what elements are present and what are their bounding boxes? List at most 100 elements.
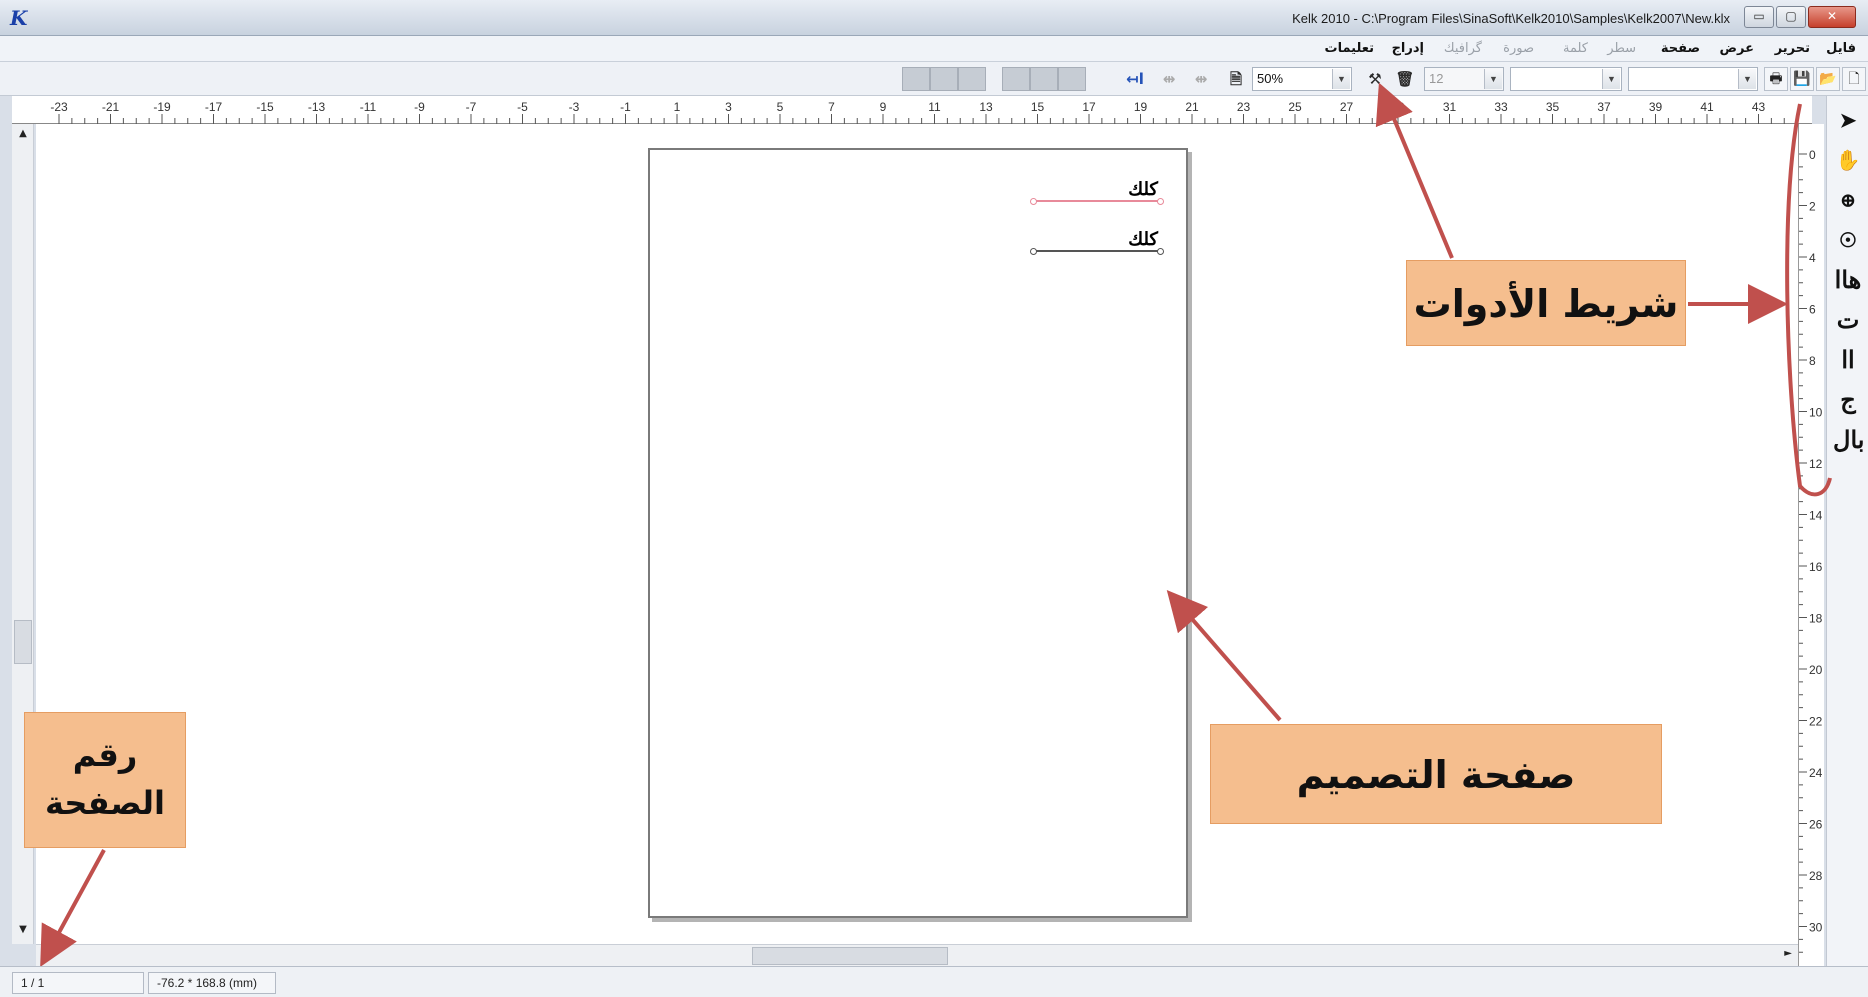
ruler-label: -21 bbox=[102, 100, 120, 114]
text-tool-icon-5[interactable]: بال bbox=[1833, 422, 1864, 458]
maximize-icon: ▢ bbox=[1785, 9, 1797, 23]
menu-image[interactable]: صورة bbox=[1503, 41, 1534, 56]
zoom-tool-icon[interactable]: ⊕ bbox=[1833, 182, 1863, 218]
horizontal-ruler-ticks: -23 -21 -19 -17 -15 -13 -11 -9 -7 -5 -3 -1 1 3 5 7 9 11 13… bbox=[50, 100, 1798, 124]
title-bar: K Kelk 2010 - C:\Program Files\SinaSoft\… bbox=[0, 0, 1868, 36]
text-tool-icon-4[interactable]: ج bbox=[1833, 382, 1863, 418]
ruler-label: -9 bbox=[414, 100, 425, 114]
menu-word[interactable]: كلمة bbox=[1563, 41, 1588, 56]
minimize-icon: ▭ bbox=[1753, 9, 1765, 23]
ruler-label: 4 bbox=[1809, 251, 1816, 265]
window-title: Kelk 2010 - C:\Program Files\SinaSoft\Ke… bbox=[1292, 11, 1730, 26]
layout-button-3[interactable] bbox=[958, 67, 986, 91]
ruler-label: 17 bbox=[1082, 100, 1096, 114]
ruler-label: 12 bbox=[1809, 457, 1823, 471]
menu-file[interactable]: فایل bbox=[1826, 41, 1856, 56]
align-rtl-icon[interactable]: ↤ا bbox=[1118, 67, 1152, 91]
rotate-tool-icon[interactable]: ☉ bbox=[1833, 222, 1863, 258]
field-text: كلك bbox=[1128, 179, 1158, 200]
callout-page-number-line2: الصفحة bbox=[44, 784, 165, 822]
menu-page[interactable]: صفحة bbox=[1661, 41, 1700, 56]
ruler-label: 0 bbox=[1809, 148, 1816, 162]
horizontal-scroll-thumb[interactable] bbox=[752, 947, 948, 965]
design-page[interactable]: كلك كلك bbox=[648, 148, 1188, 918]
ruler-label: 25 bbox=[1288, 100, 1302, 114]
ruler-label: 10 bbox=[1809, 406, 1823, 420]
style-combo[interactable]: ▼ bbox=[1628, 67, 1758, 91]
ruler-label: 22 bbox=[1809, 715, 1823, 729]
ruler-label: 33 bbox=[1494, 100, 1508, 114]
open-folder-icon[interactable]: 📂 bbox=[1816, 67, 1840, 91]
ruler-label: 23 bbox=[1237, 100, 1251, 114]
menu-graphics[interactable]: گرافیك bbox=[1444, 41, 1482, 56]
vertical-ruler-ticks: 024681012141618202224262830 bbox=[1799, 148, 1823, 953]
text-field-2[interactable]: كلك bbox=[1030, 229, 1164, 255]
align-justify-icon[interactable]: ⇹ bbox=[1154, 67, 1184, 91]
tools-icon[interactable]: ⚒ bbox=[1362, 67, 1388, 91]
field-baseline bbox=[1032, 200, 1162, 202]
ruler-label: -3 bbox=[569, 100, 580, 114]
application-window: K Kelk 2010 - C:\Program Files\SinaSoft\… bbox=[0, 0, 1868, 997]
ruler-label: -19 bbox=[153, 100, 171, 114]
zoom-combo[interactable]: 50% ▼ bbox=[1252, 67, 1352, 91]
callout-design-page-label: صفحة التصميم bbox=[1210, 724, 1662, 824]
delete-icon[interactable]: 🗑 bbox=[1392, 67, 1418, 91]
print-icon[interactable]: 🖶 bbox=[1764, 67, 1788, 91]
ruler-label: -15 bbox=[256, 100, 274, 114]
scroll-down-icon[interactable]: ▼ bbox=[15, 924, 31, 940]
font-name-combo[interactable]: ▼ bbox=[1510, 67, 1622, 91]
menu-insert[interactable]: إدراج bbox=[1392, 41, 1424, 56]
field-end-handle[interactable] bbox=[1157, 198, 1164, 205]
maximize-button[interactable]: ▢ bbox=[1776, 6, 1806, 28]
scroll-right-icon[interactable]: ► bbox=[1784, 948, 1792, 959]
text-tool-icon-2[interactable]: ت bbox=[1833, 302, 1863, 338]
font-size-combo[interactable]: 12 ▼ bbox=[1424, 67, 1504, 91]
save-icon[interactable]: 💾 bbox=[1790, 67, 1814, 91]
align-center-icon[interactable]: ⇹ bbox=[1186, 67, 1216, 91]
app-logo-letter: K bbox=[10, 6, 28, 30]
ruler-label: 5 bbox=[777, 100, 784, 114]
ruler-label: 30 bbox=[1809, 921, 1823, 935]
ruler-label: 18 bbox=[1809, 612, 1823, 626]
close-button[interactable]: ✕ bbox=[1808, 6, 1856, 28]
ruler-label: 37 bbox=[1597, 100, 1611, 114]
menu-help[interactable]: تعليمات bbox=[1325, 41, 1375, 56]
layout-button-5[interactable] bbox=[1030, 67, 1058, 91]
ruler-label: 41 bbox=[1700, 100, 1714, 114]
minimize-button[interactable]: ▭ bbox=[1744, 6, 1774, 28]
layout-button-6[interactable] bbox=[1058, 67, 1086, 91]
tool-strip: ➤ ✋ ⊕ ☉ هاا ت اا ج بال bbox=[1826, 96, 1868, 966]
field-baseline bbox=[1032, 250, 1162, 252]
ruler-label: 11 bbox=[928, 100, 941, 114]
menu-line[interactable]: سطر bbox=[1607, 41, 1636, 56]
vertical-scroll-thumb[interactable] bbox=[14, 620, 32, 664]
menu-edit[interactable]: تحرير bbox=[1775, 41, 1810, 56]
app-logo-icon: K bbox=[10, 6, 36, 30]
field-start-handle[interactable] bbox=[1030, 198, 1037, 205]
text-tool-icon-1[interactable]: هاا bbox=[1833, 262, 1863, 298]
menu-bar: فایل تحرير عرض صفحة سطر كلمة صورة گرافیك… bbox=[0, 36, 1868, 62]
new-document-icon[interactable]: 🗋 bbox=[1842, 67, 1866, 91]
ruler-label: 28 bbox=[1809, 869, 1823, 883]
menu-view[interactable]: عرض bbox=[1720, 41, 1754, 56]
pointer-tool-icon[interactable]: ➤ bbox=[1833, 102, 1863, 138]
hand-tool-icon[interactable]: ✋ bbox=[1833, 142, 1863, 178]
text-field-1[interactable]: كلك bbox=[1030, 179, 1164, 205]
ruler-label: -7 bbox=[466, 100, 477, 114]
chevron-down-icon: ▼ bbox=[1602, 69, 1620, 89]
ruler-label: 26 bbox=[1809, 818, 1823, 832]
ruler-label: -23 bbox=[50, 100, 68, 114]
page-setup-icon[interactable]: 🗎 bbox=[1224, 67, 1248, 91]
layout-button-1[interactable] bbox=[902, 67, 930, 91]
field-end-handle[interactable] bbox=[1157, 248, 1164, 255]
ruler-label: 16 bbox=[1809, 560, 1823, 574]
ruler-label: 15 bbox=[1031, 100, 1045, 114]
text-tool-icon-3[interactable]: اا bbox=[1833, 342, 1863, 378]
field-start-handle[interactable] bbox=[1030, 248, 1037, 255]
layout-button-2[interactable] bbox=[930, 67, 958, 91]
font-size-value: 12 bbox=[1429, 71, 1444, 86]
scroll-up-icon[interactable]: ▲ bbox=[15, 128, 31, 144]
chevron-down-icon: ▼ bbox=[1738, 69, 1756, 89]
horizontal-scrollbar[interactable]: ► bbox=[36, 944, 1798, 966]
layout-button-4[interactable] bbox=[1002, 67, 1030, 91]
